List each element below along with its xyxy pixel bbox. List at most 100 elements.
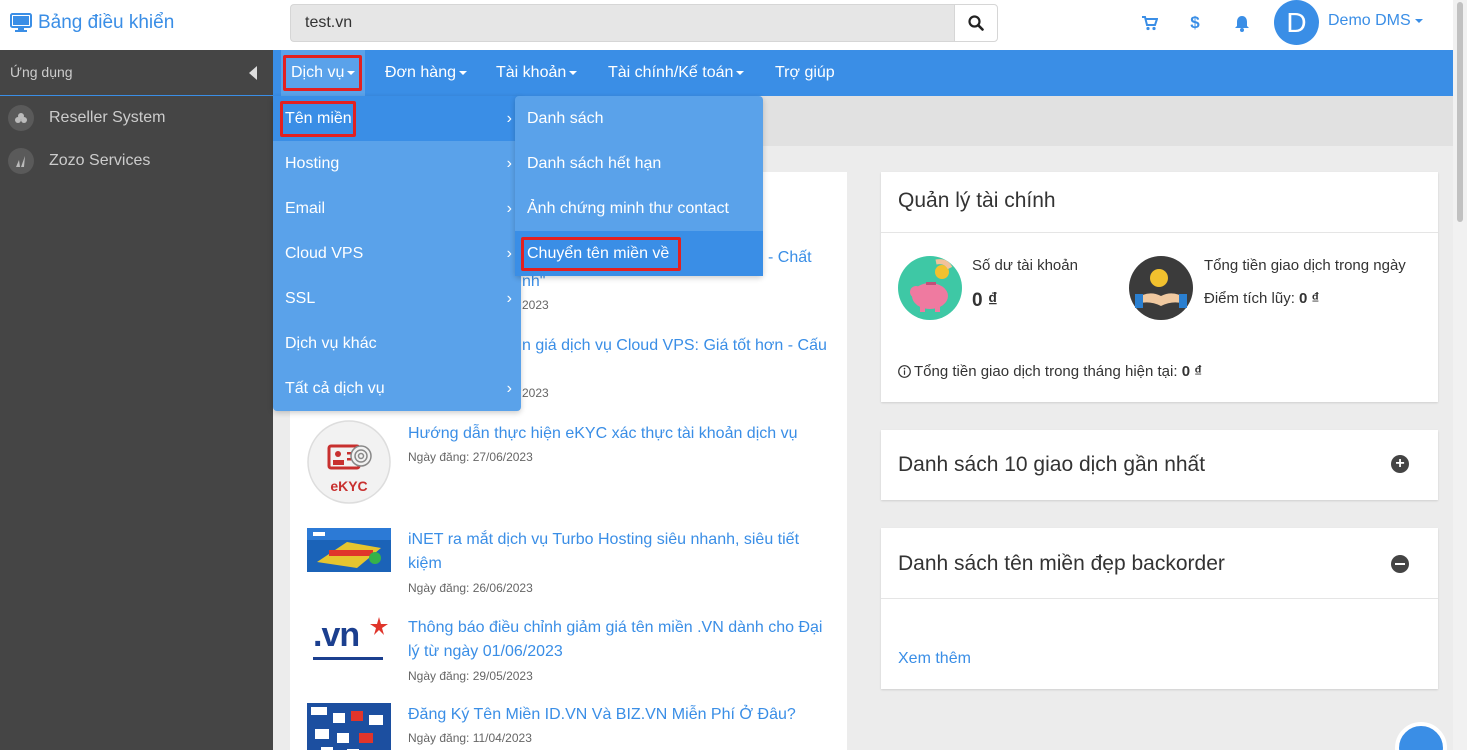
domains-submenu: Danh sách Danh sách hết hạn Ảnh chứng mi… — [515, 96, 763, 276]
news-date: Ngày đăng: 27/06/2023 — [408, 450, 533, 464]
search-button[interactable] — [954, 4, 998, 42]
menu-item-email[interactable]: Email › — [273, 186, 521, 231]
daily-total-label: Tổng tiền giao dịch trong ngày — [1204, 257, 1406, 274]
news-date: 2023 — [522, 298, 549, 312]
news-title[interactable]: Hướng dẫn thực hiện eKYC xác thực tài kh… — [408, 422, 828, 446]
menu-item-ten-mien[interactable]: Tên miền › — [273, 96, 521, 141]
nav-label: Trợ giúp — [775, 64, 835, 81]
leaf-icon — [8, 147, 34, 174]
backorder-title: Danh sách tên miền đẹp backorder — [898, 552, 1225, 575]
menu-item-dich-vu-khac[interactable]: Dịch vụ khác — [273, 321, 521, 366]
submenu-item-het-han[interactable]: Danh sách hết hạn — [515, 141, 763, 186]
menu-label: Cloud VPS — [285, 245, 364, 262]
submenu-item-danh-sach[interactable]: Danh sách — [515, 96, 763, 141]
brand-title: Bảng điều khiển — [38, 12, 175, 33]
scrollbar-thumb[interactable] — [1457, 2, 1463, 222]
search-icon — [968, 15, 984, 31]
vn-domain-thumbnail[interactable]: .vn — [307, 616, 391, 666]
news-title[interactable]: iNET ra mắt dịch vụ Turbo Hosting siêu n… — [408, 528, 828, 576]
star-icon — [370, 617, 388, 635]
card-divider — [881, 232, 1438, 233]
submenu-label: Chuyển tên miền về — [527, 245, 670, 262]
avatar[interactable]: D — [1274, 0, 1319, 45]
nav-tro-giup[interactable]: Trợ giúp — [775, 50, 835, 96]
info-icon — [898, 365, 911, 378]
chevron-right-icon: › — [506, 155, 512, 172]
id-vn-thumbnail[interactable] — [307, 703, 391, 750]
chevron-right-icon: › — [506, 200, 512, 217]
chevron-right-icon: › — [506, 110, 512, 127]
submenu-item-chuyen-ten-mien-ve[interactable]: Chuyển tên miền về — [515, 231, 763, 276]
menu-label: Email — [285, 200, 326, 217]
ekyc-thumb-label: eKYC — [330, 478, 368, 494]
menu-item-cloud-vps[interactable]: Cloud VPS › — [273, 231, 521, 276]
news-title[interactable]: Thông báo điều chỉnh giảm giá tên miền .… — [408, 616, 828, 664]
menu-label: Tên miền — [285, 110, 352, 127]
news-title-partial[interactable]: - Chất — [768, 246, 848, 270]
transactions-card: Danh sách 10 giao dịch gần nhất + — [881, 430, 1438, 500]
points-value: 0 ₫ — [1299, 290, 1320, 307]
sidebar-title: Ứng dụng — [10, 64, 73, 80]
user-name: Demo DMS — [1328, 12, 1411, 29]
ekyc-thumbnail[interactable]: eKYC — [307, 420, 391, 504]
user-menu[interactable]: Demo DMS — [1328, 12, 1423, 30]
monthly-total-row: Tổng tiền giao dịch trong tháng hiện tại… — [898, 363, 1202, 380]
monthly-total-label: Tổng tiền giao dịch trong tháng hiện tại… — [914, 363, 1178, 380]
menu-label: Tất cả dịch vụ — [285, 380, 385, 397]
menu-label: Dịch vụ khác — [285, 335, 377, 352]
sidebar: Ứng dụng Reseller System Zozo Services — [0, 50, 273, 750]
nav-tai-khoan[interactable]: Tài khoản — [496, 50, 578, 96]
news-title-partial[interactable]: n giá dịch vụ Cloud VPS: Giá tốt hơn - C… — [522, 334, 842, 358]
balance-value: 0 ₫ — [972, 290, 998, 311]
sidebar-heading: Ứng dụng — [0, 50, 273, 96]
caret-down-icon — [347, 70, 356, 75]
expand-plus-icon[interactable]: + — [1391, 455, 1409, 473]
news-date: Ngày đăng: 26/06/2023 — [408, 581, 533, 595]
chevron-right-icon: › — [506, 290, 512, 307]
collapse-arrow-icon[interactable] — [249, 66, 257, 80]
chevron-right-icon: › — [506, 380, 512, 397]
monthly-total-value: 0 ₫ — [1181, 363, 1202, 380]
sidebar-item-label: Reseller System — [49, 108, 166, 126]
turbo-hosting-thumbnail[interactable] — [307, 528, 391, 572]
nav-label: Đơn hàng — [385, 64, 456, 81]
see-more-link[interactable]: Xem thêm — [898, 650, 971, 668]
cart-icon[interactable] — [1138, 12, 1160, 34]
caret-down-icon — [1414, 18, 1423, 23]
caret-down-icon — [569, 70, 578, 75]
menu-label: SSL — [285, 290, 316, 307]
cloud-cluster-icon — [8, 104, 34, 131]
menu-item-hosting[interactable]: Hosting › — [273, 141, 521, 186]
nav-label: Tài chính/Kế toán — [608, 64, 734, 81]
menu-item-tat-ca-dich-vu[interactable]: Tất cả dịch vụ › — [273, 366, 521, 411]
monitor-icon — [10, 13, 32, 32]
top-header: Bảng điều khiển $ D Demo DMS — [0, 0, 1467, 50]
news-date: Ngày đăng: 11/04/2023 — [408, 731, 532, 745]
chevron-right-icon: › — [506, 245, 512, 262]
dollar-icon[interactable]: $ — [1184, 12, 1206, 34]
nav-label: Dịch vụ — [291, 64, 345, 81]
collapse-minus-icon[interactable] — [1391, 555, 1409, 573]
dashboard-link[interactable]: Bảng điều khiển — [10, 10, 174, 36]
services-dropdown: Tên miền › Hosting › Email › Cloud VPS › SSL… — [273, 96, 521, 411]
news-date: 2023 — [522, 386, 549, 400]
sidebar-item-label: Zozo Services — [49, 151, 151, 169]
nav-dich-vu[interactable]: Dịch vụ — [281, 50, 366, 96]
chat-widget-button[interactable] — [1395, 722, 1447, 750]
news-title[interactable]: Đăng Ký Tên Miền ID.VN Và BIZ.VN Miễn Ph… — [408, 703, 828, 727]
bell-icon[interactable] — [1231, 12, 1253, 34]
sidebar-item-zozo-services[interactable]: Zozo Services — [0, 139, 273, 182]
thumb-line — [313, 657, 383, 660]
finance-title: Quản lý tài chính — [898, 189, 1056, 212]
submenu-item-anh-chung-minh-thu[interactable]: Ảnh chứng minh thư contact — [515, 186, 763, 231]
search-input[interactable] — [290, 4, 954, 42]
submenu-label: Danh sách — [527, 110, 604, 127]
main-navbar: Dịch vụ Đơn hàng Tài khoản Tài chính/Kế … — [273, 50, 1453, 96]
sidebar-item-reseller-system[interactable]: Reseller System — [0, 96, 273, 139]
submenu-label: Ảnh chứng minh thư contact — [527, 200, 729, 217]
menu-item-ssl[interactable]: SSL › — [273, 276, 521, 321]
nav-tai-chinh[interactable]: Tài chính/Kế toán — [608, 50, 745, 96]
submenu-label: Danh sách hết hạn — [527, 155, 662, 172]
page-scrollbar[interactable] — [1453, 0, 1467, 750]
nav-don-hang[interactable]: Đơn hàng — [385, 50, 467, 96]
